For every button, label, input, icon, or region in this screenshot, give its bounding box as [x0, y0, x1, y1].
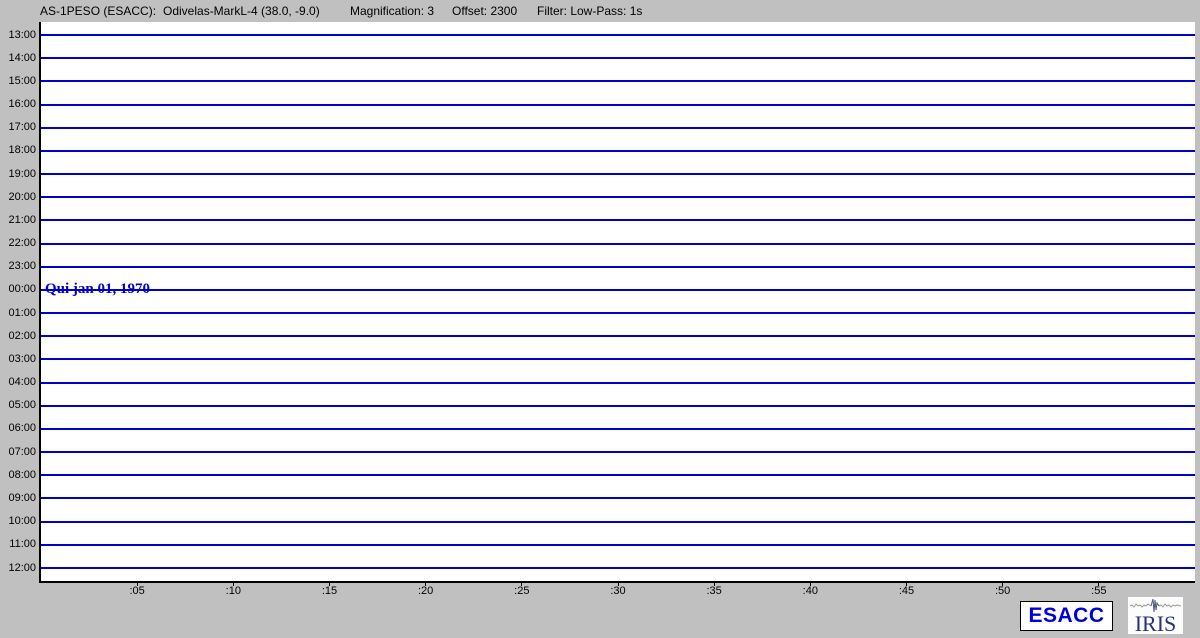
trace-line [41, 289, 1195, 291]
trace-line [41, 428, 1195, 430]
trace-line [41, 34, 1195, 36]
trace-line [41, 335, 1195, 337]
trace-line [41, 382, 1195, 384]
hour-label: 18:00 [0, 144, 36, 157]
hour-label: 04:00 [0, 376, 36, 389]
minute-tick-label: :15 [314, 585, 346, 597]
trace-line [41, 173, 1195, 175]
trace-line [41, 219, 1195, 221]
trace-line [41, 474, 1195, 476]
hour-label: 11:00 [0, 538, 36, 551]
minute-tick-label: :05 [121, 585, 153, 597]
iris-logo-label: IRIS [1135, 611, 1177, 634]
hour-label: 14:00 [0, 52, 36, 65]
date-annotation: Qui jan 01, 1970 [45, 281, 150, 298]
hour-label: 17:00 [0, 121, 36, 134]
trace-line [41, 567, 1195, 569]
trace-line [41, 544, 1195, 546]
iris-logo: IRIS [1128, 597, 1183, 634]
hour-label: 21:00 [0, 214, 36, 227]
trace-line [41, 196, 1195, 198]
trace-line [41, 312, 1195, 314]
trace-line [41, 57, 1195, 59]
minute-tick-label: :10 [217, 585, 249, 597]
hour-label: 08:00 [0, 469, 36, 482]
minute-tick-label: :55 [1083, 585, 1115, 597]
minute-tick-label: :45 [891, 585, 923, 597]
station-label: AS-1PESO (ESACC): [40, 4, 156, 18]
sensor-label: Odivelas-MarkL-4 (38.0, -9.0) [163, 4, 320, 18]
hour-label: 10:00 [0, 515, 36, 528]
hour-label: 05:00 [0, 399, 36, 412]
minute-tick-label: :20 [410, 585, 442, 597]
filter-label: Filter: Low-Pass: 1s [537, 4, 642, 18]
trace-line [41, 243, 1195, 245]
trace-line [41, 104, 1195, 106]
trace-line [41, 80, 1195, 82]
hour-label: 03:00 [0, 353, 36, 366]
minute-tick-label: :50 [987, 585, 1019, 597]
hour-label: 06:00 [0, 422, 36, 435]
hour-label: 12:00 [0, 562, 36, 575]
hour-label: 15:00 [0, 75, 36, 88]
hour-label: 01:00 [0, 307, 36, 320]
hour-label: 20:00 [0, 191, 36, 204]
minute-tick-label: :40 [794, 585, 826, 597]
hour-label: 13:00 [0, 29, 36, 42]
hour-label: 19:00 [0, 168, 36, 181]
hour-label: 07:00 [0, 446, 36, 459]
trace-line [41, 266, 1195, 268]
hour-label: 09:00 [0, 492, 36, 505]
esacc-logo-label: ESACC [1028, 604, 1104, 627]
hour-label: 02:00 [0, 330, 36, 343]
magnification-label: Magnification: 3 [350, 4, 434, 18]
esacc-logo: ESACC [1020, 601, 1113, 631]
trace-line [41, 451, 1195, 453]
minute-tick-label: :25 [506, 585, 538, 597]
trace-line [41, 405, 1195, 407]
hour-label: 22:00 [0, 237, 36, 250]
iris-seismogram-icon: IRIS [1128, 597, 1183, 634]
offset-label: Offset: 2300 [452, 4, 517, 18]
trace-line [41, 521, 1195, 523]
trace-line [41, 127, 1195, 129]
trace-line [41, 497, 1195, 499]
trace-line [41, 358, 1195, 360]
minute-tick-label: :30 [602, 585, 634, 597]
hour-label: 16:00 [0, 98, 36, 111]
hour-label: 23:00 [0, 260, 36, 273]
amaseis-window: { "window": { "background": "#C0C0C0" },… [0, 0, 1200, 638]
minute-tick-label: :35 [698, 585, 730, 597]
hour-label: 00:00 [0, 283, 36, 296]
trace-line [41, 150, 1195, 152]
helicorder-plot-area[interactable]: Qui jan 01, 1970 [39, 22, 1195, 583]
